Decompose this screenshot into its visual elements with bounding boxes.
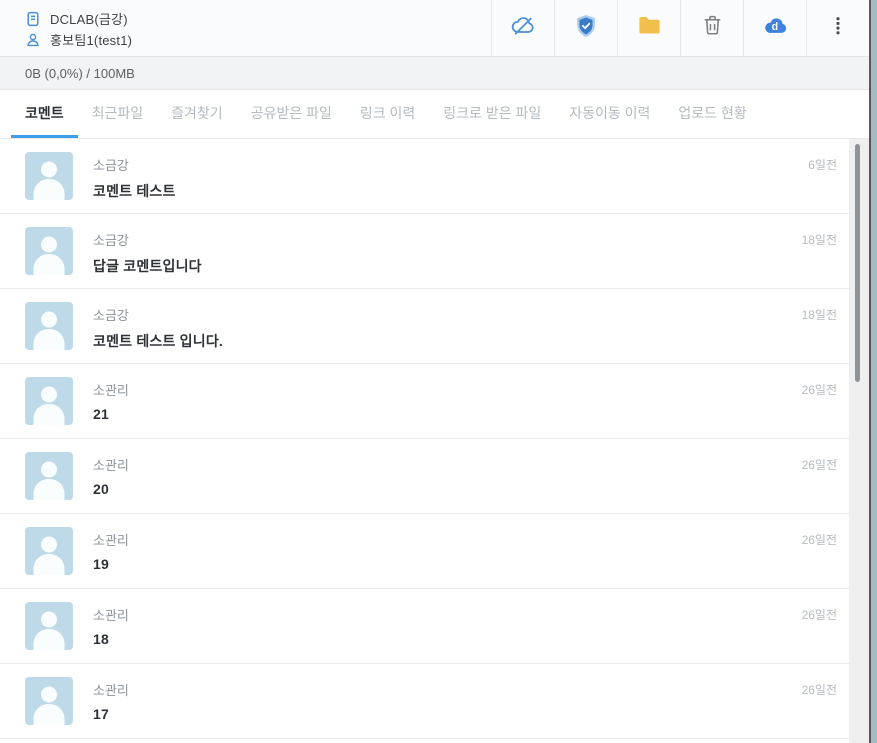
comment-time: 26일전 [801, 533, 837, 547]
trash-button[interactable] [680, 0, 743, 56]
avatar [25, 452, 73, 500]
identity-block: DCLAB(금강) 홍보팀1(test1) [0, 0, 132, 56]
team-row: DCLAB(금강) [25, 8, 132, 29]
storage-bar: 0B (0,0%) / 100MB [0, 57, 869, 90]
comment-author: 소금강 [93, 158, 129, 173]
comment-row[interactable]: 소관리 21 26일전 [0, 364, 849, 439]
comment-text: 코멘트 테스트 [93, 183, 176, 199]
tab[interactable]: 코멘트 [11, 90, 78, 138]
comment-author: 소관리 [93, 383, 129, 398]
building-icon [25, 11, 41, 27]
comment-author: 소관리 [93, 458, 129, 473]
comment-row[interactable]: 소관리 19 26일전 [0, 514, 849, 589]
avatar [25, 302, 73, 350]
avatar [25, 377, 73, 425]
cloud-panel: DCLAB(금강) 홍보팀1(test1) d 0B (0,0%) / 100M… [0, 0, 871, 743]
comment-body: 소금강 코멘트 테스트 [93, 152, 808, 213]
comment-body: 소관리 21 [93, 377, 802, 438]
comment-text: 18 [93, 631, 109, 647]
avatar [25, 152, 73, 200]
comment-row[interactable]: 소금강 코멘트 테스트 6일전 [0, 139, 849, 214]
user-name: 홍보팀1(test1) [50, 33, 133, 48]
comment-text: 코멘트 테스트 입니다. [93, 333, 223, 349]
tab[interactable]: 업로드 현황 [664, 90, 760, 138]
comment-author: 소관리 [93, 683, 129, 698]
tab[interactable]: 자동이동 이력 [555, 90, 664, 138]
tab[interactable]: 즐겨찾기 [157, 90, 237, 138]
comment-body: 소금강 코멘트 테스트 입니다. [93, 302, 802, 363]
comment-row[interactable]: 소관리 18 26일전 [0, 589, 849, 664]
comment-time: 26일전 [801, 383, 837, 397]
scrollbar-thumb[interactable] [855, 144, 860, 382]
folder-button[interactable] [617, 0, 680, 56]
folder-icon [636, 12, 663, 44]
team-name: DCLAB(금강) [50, 12, 128, 27]
more-options-button[interactable] [806, 0, 869, 56]
user-icon [25, 32, 41, 48]
avatar [25, 602, 73, 650]
header: DCLAB(금강) 홍보팀1(test1) d [0, 0, 869, 57]
user-row: 홍보팀1(test1) [25, 29, 132, 50]
cloud-off-button[interactable] [491, 0, 554, 56]
comment-text: 21 [93, 406, 109, 422]
cloud-off-icon [510, 13, 536, 44]
tab[interactable]: 공유받은 파일 [237, 90, 346, 138]
comment-body: 소관리 19 [93, 527, 802, 588]
svg-text:d: d [771, 21, 778, 33]
comment-author: 소관리 [93, 533, 129, 548]
comment-time: 18일전 [801, 308, 837, 322]
cloud-sync-button[interactable]: d [743, 0, 806, 56]
toolbar: d [491, 0, 869, 56]
tab[interactable]: 최근파일 [78, 90, 158, 138]
shield-check-button[interactable] [554, 0, 617, 56]
comment-row[interactable]: 소금강 코멘트 테스트 입니다. 18일전 [0, 289, 849, 364]
comment-text: 답글 코멘트입니다 [93, 258, 202, 274]
app-window: DCLAB(금강) 홍보팀1(test1) d 0B (0,0%) / 100M… [0, 0, 877, 743]
comment-author: 소금강 [93, 308, 129, 323]
comment-time: 26일전 [801, 458, 837, 472]
comment-time: 18일전 [801, 233, 837, 247]
comment-time: 26일전 [801, 608, 837, 622]
comment-body: 소관리 17 [93, 677, 802, 738]
comment-author: 소관리 [93, 608, 129, 623]
comment-text: 20 [93, 481, 109, 497]
tab-bar: 코멘트 최근파일 즐겨찾기 공유받은 파일 링크 이력 링크로 받은 파일 자동… [0, 90, 869, 139]
cloud-sync-icon: d [762, 12, 789, 44]
avatar [25, 527, 73, 575]
comment-row[interactable]: 소관리 20 26일전 [0, 439, 849, 514]
comment-row[interactable]: 소관리 17 26일전 [0, 664, 849, 739]
comment-list: 소금강 코멘트 테스트 6일전 소금강 답글 코멘트입니다 18일전 소금강 코… [0, 139, 849, 739]
comment-body: 소금강 답글 코멘트입니다 [93, 227, 802, 288]
comment-row[interactable]: 소금강 답글 코멘트입니다 18일전 [0, 214, 849, 289]
comment-author: 소금강 [93, 233, 129, 248]
tab[interactable]: 링크 이력 [346, 90, 429, 138]
comment-time: 6일전 [808, 158, 837, 172]
comment-body: 소관리 20 [93, 452, 802, 513]
comment-text: 19 [93, 556, 109, 572]
scrollbar[interactable] [849, 139, 869, 743]
tab[interactable]: 링크로 받은 파일 [429, 90, 555, 138]
comment-list-area: 소금강 코멘트 테스트 6일전 소금강 답글 코멘트입니다 18일전 소금강 코… [0, 139, 869, 743]
avatar [25, 227, 73, 275]
comment-time: 26일전 [801, 683, 837, 697]
comment-text: 17 [93, 706, 109, 722]
comment-body: 소관리 18 [93, 602, 802, 663]
shield-check-icon [573, 13, 599, 44]
storage-usage-text: 0B (0,0%) / 100MB [25, 65, 135, 81]
window-background-strip [871, 0, 877, 743]
trash-icon [700, 13, 725, 43]
more-options-icon [827, 13, 849, 44]
avatar [25, 677, 73, 725]
